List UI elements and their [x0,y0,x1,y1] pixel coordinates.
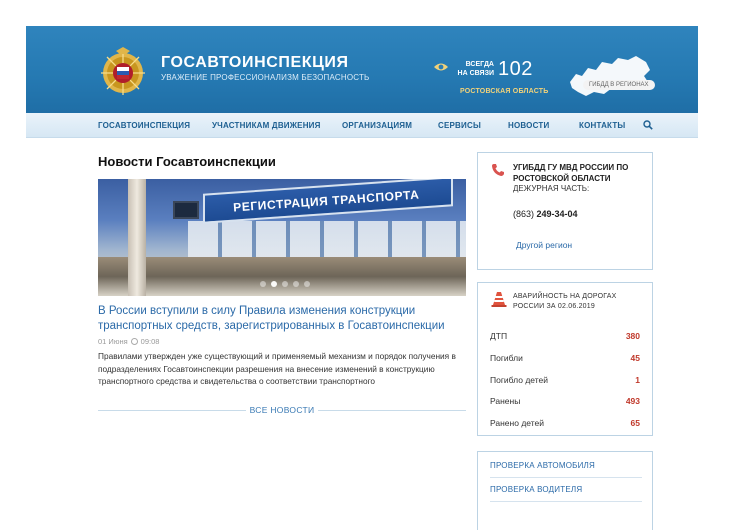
slider-dot[interactable] [260,281,266,287]
slider-dot[interactable] [293,281,299,287]
all-news-link[interactable]: ВСЕ НОВОСТИ [249,405,315,415]
stat-value: 65 [630,418,640,428]
stat-row-dtp: ДТП 380 [490,331,640,345]
gibdd-emblem-icon[interactable] [98,46,148,96]
news-date: 01 Июня [98,337,128,346]
news-time: 09:08 [140,337,160,346]
clock-icon [130,338,138,345]
phone-icon [492,164,504,176]
stat-row-children-killed: Погибло детей 1 [490,375,640,389]
stat-label: ДТП [490,331,508,341]
search-icon[interactable] [643,120,653,130]
nav-item-contacts[interactable]: КОНТАКТЫ [579,121,625,130]
duty-phone[interactable]: (863) 249-34-04 [513,209,578,219]
stat-value: 493 [625,396,640,406]
nav-item-services[interactable]: СЕРВИСЫ [438,121,481,130]
slider-dot-active[interactable] [271,281,277,287]
stat-value: 380 [625,331,640,341]
stat-value: 45 [630,353,640,363]
news-meta: 01 Июня 09:08 [98,337,159,346]
contact-box: УГИБДД ГУ МВД РОССИИ ПО РОСТОВСКОЙ ОБЛАС… [477,152,653,270]
emergency-number[interactable]: 102 [498,58,533,81]
nav-item-organizations[interactable]: ОРГАНИЗАЦИЯМ [342,121,412,130]
always-line-2: НА СВЯЗИ [457,70,494,77]
main-nav: ГОСАВТОИНСПЕКЦИЯ УЧАСТНИКАМ ДВИЖЕНИЯ ОРГ… [26,113,698,138]
region-name[interactable]: РОСТОВСКАЯ ОБЛАСТЬ [460,88,548,95]
site-slogan: УВАЖЕНИЕ ПРОФЕССИОНАЛИЗМ БЕЗОПАСНОСТЬ [161,73,370,82]
site-header: ГОСАВТОИНСПЕКЦИЯ УВАЖЕНИЕ ПРОФЕССИОНАЛИЗ… [26,26,698,113]
always-line-1: ВСЕГДА [465,61,494,68]
nav-item-news[interactable]: НОВОСТИ [508,121,549,130]
traffic-cone-icon [491,292,507,307]
site-title[interactable]: ГОСАВТОИНСПЕКЦИЯ [161,54,349,72]
stat-label: Ранено детей [490,418,544,428]
news-excerpt: Правилами утвержден уже существующий и п… [98,351,456,386]
check-car-link[interactable]: ПРОВЕРКА АВТОМОБИЛЯ [490,454,642,478]
russia-map-icon[interactable] [566,52,652,102]
stat-value: 1 [635,375,640,385]
page: ГОСАВТОИНСПЕКЦИЯ УВАЖЕНИЕ ПРОФЕССИОНАЛИЗ… [26,26,698,530]
regions-badge[interactable]: ГИБДД В РЕГИОНАХ [583,80,655,90]
accidents-title: АВАРИЙНОСТЬ НА ДОРОГАХ РОССИИ ЗА 02.06.2… [513,293,617,310]
slider-dot[interactable] [282,281,288,287]
stat-label: Погибло детей [490,375,548,385]
slider-dot[interactable] [304,281,310,287]
other-region-link[interactable]: Другой регион [516,240,572,250]
stat-row-children-injured: Ранено детей 65 [490,418,640,432]
news-headline-link[interactable]: В России вступили в силу Правила изменен… [98,304,468,334]
stat-row-injured: Ранены 493 [490,396,640,410]
news-hero-image[interactable]: РЕГИСТРАЦИЯ ТРАНСПОРТА [98,179,466,296]
nav-item-road-users[interactable]: УЧАСТНИКАМ ДВИЖЕНИЯ [212,121,321,130]
slider-dots [260,281,310,287]
stat-row-killed: Погибли 45 [490,353,640,367]
nav-item-gosavtoinspekciya[interactable]: ГОСАВТОИНСПЕКЦИЯ [98,121,190,130]
stat-label: Погибли [490,353,523,363]
page-title: Новости Госавтоинспекции [98,154,276,169]
all-news-row: ВСЕ НОВОСТИ [98,403,466,417]
always-on-line-label: ВСЕГДА НА СВЯЗИ [456,60,494,78]
check-driver-link[interactable]: ПРОВЕРКА ВОДИТЕЛЯ [490,478,642,502]
service-links-box: ПРОВЕРКА АВТОМОБИЛЯ ПРОВЕРКА ВОДИТЕЛЯ [477,451,653,530]
phone-digits: 249-34-04 [536,209,578,219]
department-name: УГИБДД ГУ МВД РОССИИ ПО РОСТОВСКОЙ ОБЛАС… [513,163,629,183]
duty-label: ДЕЖУРНАЯ ЧАСТЬ: [513,184,590,193]
eye-icon [434,63,448,71]
phone-code: (863) [513,209,535,219]
stat-label: Ранены [490,396,521,406]
accidents-box: АВАРИЙНОСТЬ НА ДОРОГАХ РОССИИ ЗА 02.06.2… [477,282,653,436]
